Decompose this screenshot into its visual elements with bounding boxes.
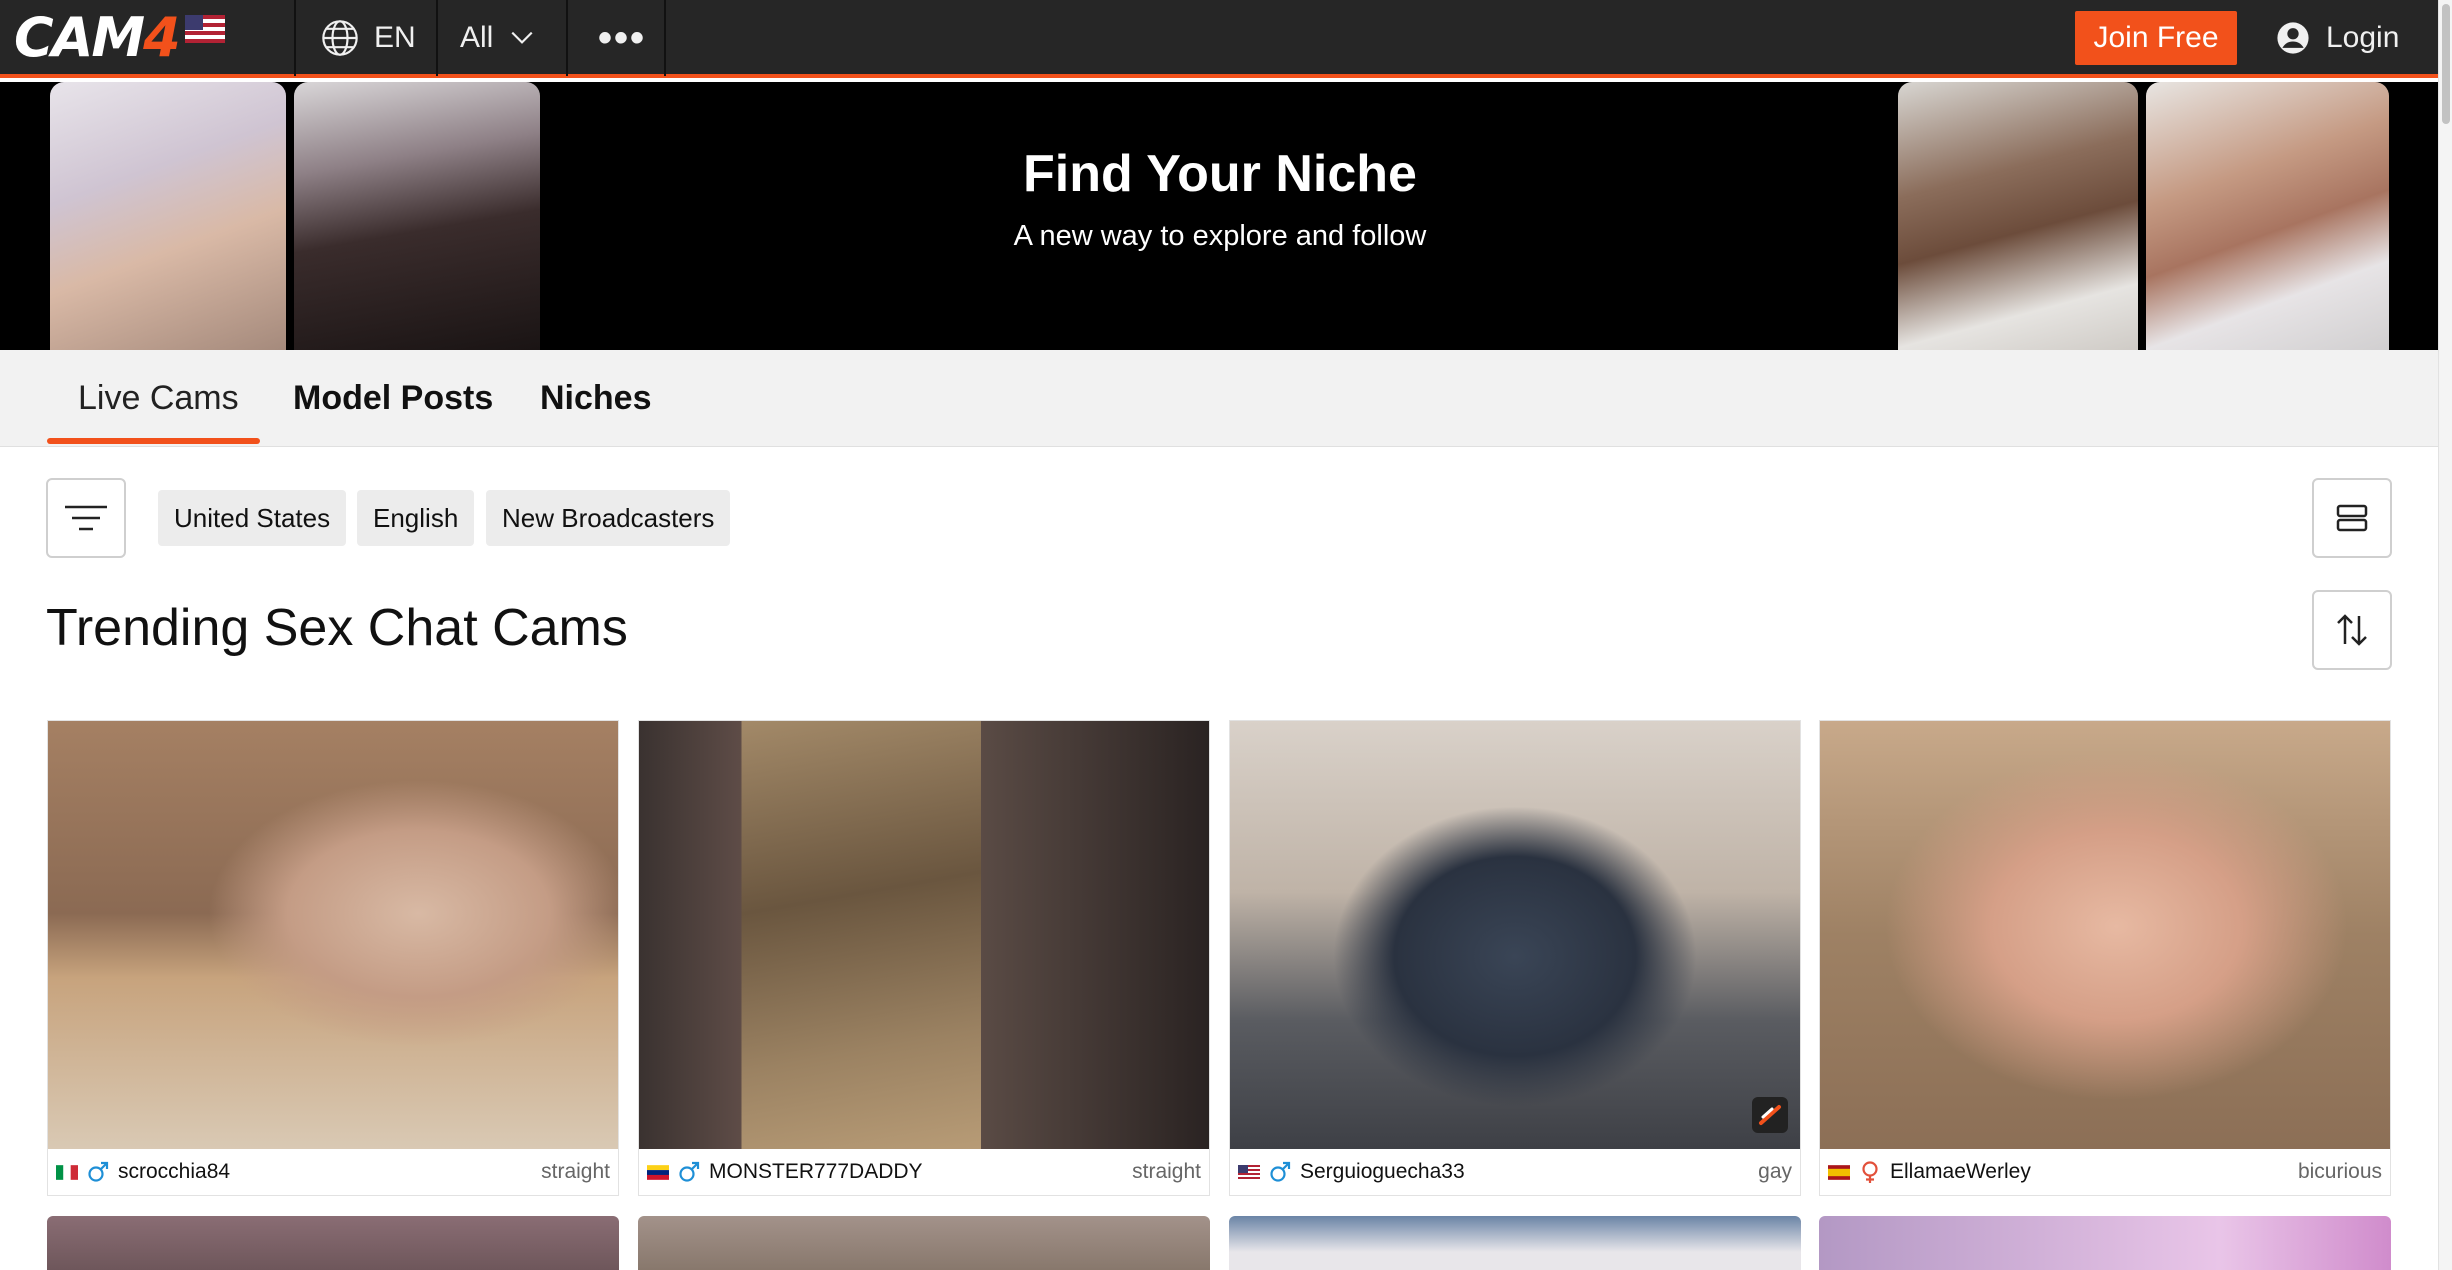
content-tabs: Live Cams Model Posts Niches — [0, 350, 2438, 447]
nav-divider — [664, 0, 666, 76]
male-gender-icon — [679, 1161, 700, 1182]
category-filter-dropdown[interactable]: All — [460, 0, 535, 76]
cam-card-footer: Serguioguecha33 gay — [1230, 1149, 1800, 1195]
cam-card-partial[interactable] — [638, 1216, 1210, 1270]
female-gender-icon — [1862, 1161, 1878, 1183]
cam-category: straight — [541, 1160, 610, 1183]
cam-thumbnail[interactable] — [1230, 721, 1800, 1149]
cam-thumbnail[interactable] — [48, 721, 618, 1149]
cam-card[interactable]: EllamaeWerley bicurious — [1819, 720, 2391, 1196]
top-navigation-bar: CAM4 EN All ••• Join Free Login — [0, 0, 2438, 78]
us-flag-icon — [184, 15, 225, 43]
cam-card[interactable]: scrocchia84 straight — [47, 720, 619, 1196]
tab-niches[interactable]: Niches — [540, 350, 652, 447]
cam-username[interactable]: scrocchia84 — [118, 1160, 230, 1184]
banner-promo-image — [294, 82, 540, 350]
cam-thumbnail[interactable] — [1820, 721, 2390, 1149]
logo-text: CAM4 — [14, 5, 181, 69]
chevron-down-icon — [511, 31, 533, 44]
cam-card-partial[interactable] — [1819, 1216, 2391, 1270]
male-gender-icon — [1270, 1161, 1291, 1182]
scrollbar-thumb[interactable] — [2442, 4, 2450, 124]
nav-divider — [566, 0, 568, 76]
cam-card-partial[interactable] — [47, 1216, 619, 1270]
venezuela-flag-icon — [647, 1164, 669, 1180]
page-scrollbar[interactable] — [2438, 0, 2452, 1270]
filter-chip-language[interactable]: English — [357, 490, 475, 546]
cam-card[interactable]: Serguioguecha33 gay — [1229, 720, 1801, 1196]
cam-card-partial[interactable] — [1229, 1216, 1801, 1270]
interactive-toy-icon — [1752, 1097, 1788, 1133]
us-flag-icon — [1238, 1164, 1260, 1180]
tab-model-posts[interactable]: Model Posts — [293, 350, 493, 447]
list-view-icon — [2336, 504, 2368, 532]
spain-flag-icon — [1828, 1164, 1850, 1180]
layout-toggle-button[interactable] — [2312, 478, 2392, 558]
more-dots-icon: ••• — [598, 15, 647, 60]
banner-promo-image — [1898, 82, 2138, 350]
male-gender-icon — [88, 1161, 109, 1182]
cam-card[interactable]: MONSTER777DADDY straight — [638, 720, 1210, 1196]
tab-live-cams[interactable]: Live Cams — [78, 350, 239, 447]
italy-flag-icon — [56, 1164, 78, 1180]
banner-promo-image — [2146, 82, 2389, 350]
nav-divider — [294, 0, 296, 76]
active-tab-indicator — [47, 438, 260, 444]
banner-subtitle: A new way to explore and follow — [1013, 220, 1427, 252]
cam-thumbnail[interactable] — [639, 721, 1209, 1149]
cam-card-footer: EllamaeWerley bicurious — [1820, 1149, 2390, 1195]
cam-username[interactable]: Serguioguecha33 — [1300, 1160, 1465, 1184]
filter-button[interactable] — [46, 478, 126, 558]
nav-divider — [436, 0, 438, 76]
cam4-logo[interactable]: CAM4 — [14, 6, 225, 69]
cam-category: gay — [1758, 1160, 1792, 1183]
cam-category: bicurious — [2297, 1160, 2382, 1183]
filter-chip-new-broadcasters[interactable]: New Broadcasters — [486, 490, 731, 546]
banner-promo-image — [50, 82, 286, 350]
login-button[interactable]: Login — [2276, 11, 2399, 65]
sort-button[interactable] — [2312, 590, 2392, 670]
login-label: Login — [2326, 21, 2400, 54]
globe-icon — [322, 20, 358, 56]
language-selector[interactable]: EN — [320, 0, 416, 76]
section-title: Trending Sex Chat Cams — [46, 599, 628, 657]
more-menu-button[interactable]: ••• — [598, 0, 646, 76]
language-label: EN — [374, 21, 416, 54]
banner-title: Find Your Niche — [1023, 145, 1417, 203]
cam-username[interactable]: EllamaeWerley — [1890, 1160, 2031, 1184]
sort-arrows-icon — [2337, 614, 2367, 646]
filter-chip-country[interactable]: United States — [158, 490, 347, 546]
cam-username[interactable]: MONSTER777DADDY — [709, 1160, 923, 1184]
category-filter-label: All — [460, 21, 494, 54]
find-your-niche-banner[interactable]: Find Your Niche A new way to explore and… — [0, 82, 2438, 350]
cam-category: straight — [1132, 1160, 1201, 1183]
cam-card-footer: scrocchia84 straight — [48, 1149, 618, 1195]
cam-card-footer: MONSTER777DADDY straight — [639, 1149, 1209, 1195]
join-free-button[interactable]: Join Free — [2075, 11, 2237, 65]
filter-lines-icon — [65, 505, 107, 531]
user-icon — [2277, 22, 2309, 54]
